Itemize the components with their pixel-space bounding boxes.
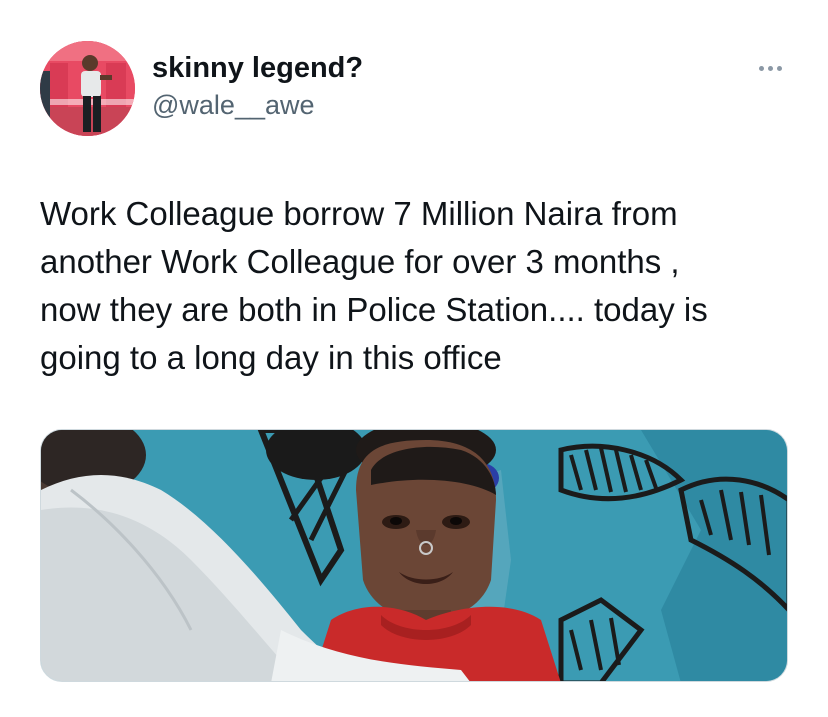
more-dot <box>758 65 764 71</box>
tweet-media[interactable] <box>40 429 788 682</box>
author-info: skinny legend? @wale__awe <box>152 50 363 122</box>
author-avatar[interactable] <box>40 41 135 136</box>
author-handle[interactable]: @wale__awe <box>152 88 363 122</box>
more-options-icon[interactable] <box>750 58 790 78</box>
avatar-photo <box>40 41 135 136</box>
more-dot <box>767 65 773 71</box>
author-display-name[interactable]: skinny legend? <box>152 50 363 86</box>
attached-photo <box>41 430 787 681</box>
more-dot <box>776 65 782 71</box>
tweet-text: Work Colleague borrow 7 Million Naira fr… <box>40 195 708 376</box>
